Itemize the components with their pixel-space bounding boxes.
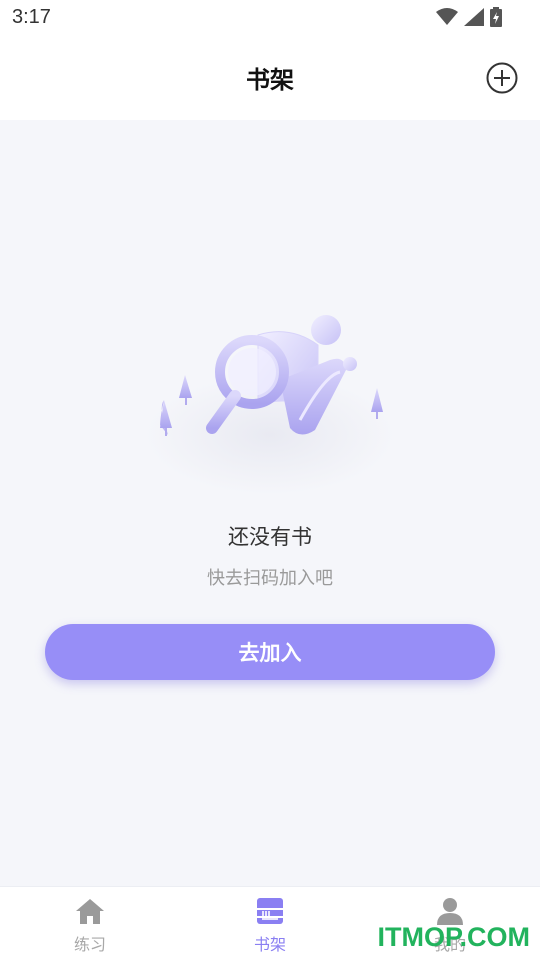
header: 书架 (0, 36, 540, 120)
bookshelf-icon (257, 898, 283, 924)
status-icons (436, 6, 502, 28)
search-book-illustration (145, 315, 395, 495)
plus-circle-icon[interactable] (486, 62, 518, 94)
tab-bookshelf[interactable]: 书架 (180, 887, 360, 961)
page-title: 书架 (246, 66, 294, 94)
empty-title: 还没有书 (228, 525, 312, 549)
go-add-button[interactable]: 去加入 (45, 624, 495, 680)
cell-signal-icon (464, 8, 484, 26)
tab-label-bookshelf: 书架 (253, 935, 286, 954)
wifi-icon (436, 8, 458, 25)
status-time: 3:17 (12, 6, 51, 28)
battery-icon (490, 7, 502, 27)
watermark: ITMOP.COM (377, 922, 530, 952)
main-content: 还没有书 快去扫码加入吧 去加入 (0, 120, 540, 886)
status-bar: 3:17 (0, 0, 540, 36)
empty-subtitle: 快去扫码加入吧 (207, 568, 333, 589)
tab-label-practice: 练习 (73, 935, 106, 954)
tab-practice[interactable]: 练习 (0, 887, 180, 961)
home-icon (76, 899, 104, 924)
